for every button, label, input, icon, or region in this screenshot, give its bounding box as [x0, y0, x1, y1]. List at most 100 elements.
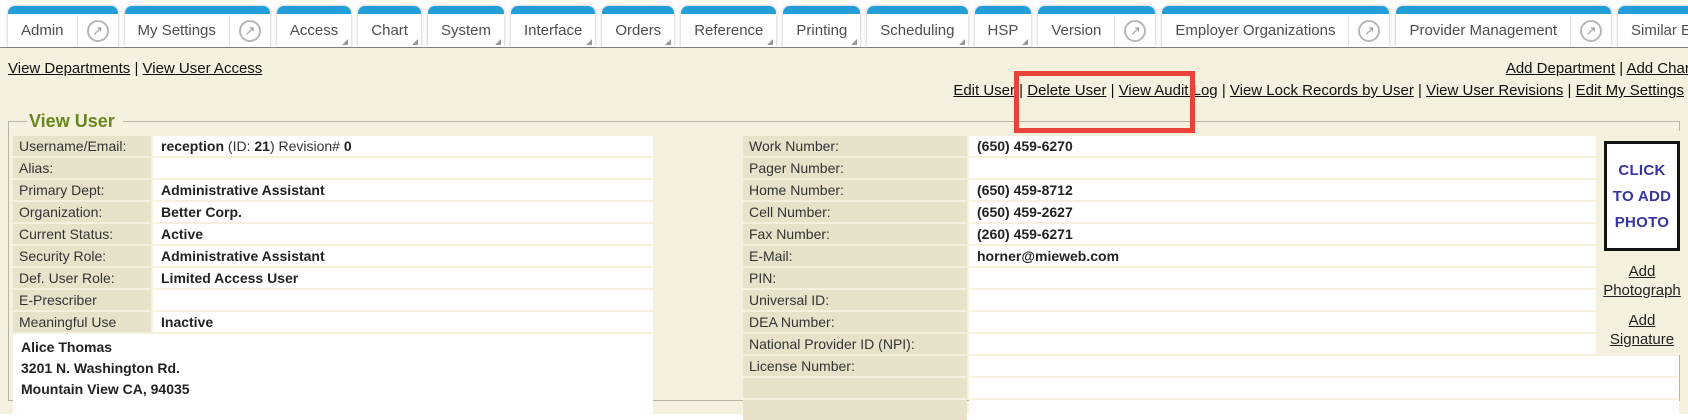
tab-label: Provider Management — [1396, 22, 1570, 39]
dropdown-corner-icon — [342, 39, 348, 45]
tab-system[interactable]: System — [428, 6, 504, 47]
link-separator: | — [1218, 82, 1230, 99]
field-value-home-number: (650) 459-8712 — [969, 180, 1679, 200]
tab-provider-management[interactable]: Provider Management ↗ — [1396, 6, 1611, 47]
dropdown-corner-icon — [959, 39, 965, 45]
dropdown-corner-icon — [586, 39, 592, 45]
field-value-fax-number: (260) 459-6271 — [969, 224, 1679, 244]
tab-open-section[interactable]: ↗ — [77, 16, 118, 46]
field-value-pager-number — [969, 158, 1679, 178]
field-label-cell-number: Cell Number: — [743, 202, 967, 222]
field-value-e-prescriber — [153, 290, 653, 310]
tab-employer-organizations[interactable]: Employer Organizations ↗ — [1162, 6, 1389, 47]
tab-similar-exposure-groups-segs[interactable]: Similar Exposure Groups (SEGs) ↗ — [1618, 6, 1688, 47]
edit-my-settings-link[interactable]: Edit My Settings — [1576, 82, 1684, 99]
tab-label: Printing — [783, 22, 860, 39]
user-address-block: Alice Thomas3201 N. Washington Rd.Mounta… — [13, 334, 653, 416]
field-value-blank — [969, 400, 1679, 420]
field-value-cell-number: (650) 459-2627 — [969, 202, 1679, 222]
tab-open-section[interactable]: ↗ — [1114, 16, 1155, 46]
field-label-dea-number: DEA Number: — [743, 312, 967, 332]
field-label-username-email: Username/Email: — [13, 136, 151, 156]
tab-interface[interactable]: Interface — [511, 6, 595, 47]
field-label-pin: PIN: — [743, 268, 967, 288]
view-user-revisions-link[interactable]: View User Revisions — [1426, 82, 1563, 99]
add-photograph-link[interactable]: Add Photograph — [1601, 262, 1683, 300]
contact-info-table: Work Number:(650) 459-6270Pager Number:H… — [743, 136, 1679, 420]
tab-open-section[interactable]: ↗ — [229, 16, 270, 46]
link-separator: | — [130, 60, 142, 77]
click-to-add-photo-box[interactable]: CLICKTO ADDPHOTO — [1604, 141, 1680, 251]
field-label-pager-number: Pager Number: — [743, 158, 967, 178]
tab-reference[interactable]: Reference — [681, 6, 776, 47]
tab-my-settings[interactable]: My Settings ↗ — [125, 6, 270, 47]
tab-access[interactable]: Access — [277, 6, 351, 47]
open-in-new-icon: ↗ — [239, 20, 261, 42]
right-links-row1: Add Department | Add Chart — [1506, 60, 1688, 77]
field-label-national-provider-id-npi: National Provider ID (NPI): — [743, 334, 967, 354]
delete-user-link[interactable]: Delete User — [1027, 82, 1106, 99]
field-value-universal-id — [969, 290, 1679, 310]
user-details-form: Username/Email:reception (ID: 21) Revisi… — [13, 136, 1679, 420]
tab-chart[interactable]: Chart — [358, 6, 421, 47]
field-label-universal-id: Universal ID: — [743, 290, 967, 310]
tab-orders[interactable]: Orders — [602, 6, 674, 47]
field-label-blank — [743, 378, 967, 398]
field-value-username-email: reception (ID: 21) Revision# 0 — [153, 136, 653, 156]
add-chart-link[interactable]: Add Chart — [1626, 60, 1688, 77]
view-lock-records-by-user-link[interactable]: View Lock Records by User — [1230, 82, 1414, 99]
tab-open-section[interactable]: ↗ — [1348, 16, 1389, 46]
view-user-section: View User Username/Email:reception (ID: … — [8, 111, 1680, 401]
view-audit-log-link[interactable]: View Audit Log — [1119, 82, 1218, 99]
tab-label: My Settings — [125, 22, 229, 39]
field-value-national-provider-id-npi — [969, 334, 1679, 354]
tab-printing[interactable]: Printing — [783, 6, 860, 47]
field-label-blank — [743, 400, 967, 420]
field-label-license-number: License Number: — [743, 356, 967, 376]
field-label-home-number: Home Number: — [743, 180, 967, 200]
field-value-alias — [153, 158, 653, 178]
link-separator: | — [1106, 82, 1118, 99]
photo-column: CLICKTO ADDPHOTO Add Photograph Add Sign… — [1596, 131, 1688, 355]
field-label-e-prescriber: E-Prescriber — [13, 290, 151, 310]
view-departments-link[interactable]: View Departments — [8, 60, 130, 77]
field-value-pin — [969, 268, 1679, 288]
add-department-link[interactable]: Add Department — [1506, 60, 1615, 77]
add-signature-link[interactable]: Add Signature — [1601, 311, 1683, 349]
left-links: View Departments | View User Access — [8, 60, 262, 77]
field-value-blank — [969, 378, 1679, 398]
tab-hsp[interactable]: HSP — [975, 6, 1032, 47]
view-user-access-link[interactable]: View User Access — [143, 60, 263, 77]
field-label-security-role: Security Role: — [13, 246, 151, 266]
field-label-alias: Alias: — [13, 158, 151, 178]
link-separator: | — [1414, 82, 1426, 99]
field-value-organization: Better Corp. — [153, 202, 653, 222]
dropdown-corner-icon — [1022, 39, 1028, 45]
top-links-row: View Departments | View User Access Add … — [8, 48, 1680, 77]
field-label-current-status: Current Status: — [13, 224, 151, 244]
tab-label: Chart — [358, 22, 421, 39]
field-label-fax-number: Fax Number: — [743, 224, 967, 244]
field-value-security-role: Administrative Assistant — [153, 246, 653, 266]
page-content: View Departments | View User Access Add … — [0, 48, 1688, 414]
field-value-def-user-role: Limited Access User — [153, 268, 653, 288]
dropdown-corner-icon — [495, 39, 501, 45]
dropdown-corner-icon — [412, 39, 418, 45]
link-separator: | — [1615, 60, 1626, 77]
field-value-work-number: (650) 459-6270 — [969, 136, 1679, 156]
tab-version[interactable]: Version ↗ — [1038, 6, 1155, 47]
tab-label: Interface — [511, 22, 595, 39]
dropdown-corner-icon — [767, 39, 773, 45]
field-label-e-mail: E-Mail: — [743, 246, 967, 266]
edit-user-link[interactable]: Edit User — [953, 82, 1015, 99]
tab-open-section[interactable]: ↗ — [1570, 16, 1611, 46]
dropdown-corner-icon — [851, 39, 857, 45]
tab-label: Orders — [602, 22, 674, 39]
tab-scheduling[interactable]: Scheduling — [867, 6, 967, 47]
top-tab-bar: Admin ↗ My Settings ↗ Access Chart Syste… — [0, 0, 1688, 48]
tab-label: HSP — [975, 22, 1032, 39]
tab-label: Similar Exposure Groups (SEGs) — [1618, 22, 1688, 39]
tab-label: Admin — [8, 22, 77, 39]
link-separator: | — [1015, 82, 1027, 99]
tab-admin[interactable]: Admin ↗ — [8, 6, 118, 47]
